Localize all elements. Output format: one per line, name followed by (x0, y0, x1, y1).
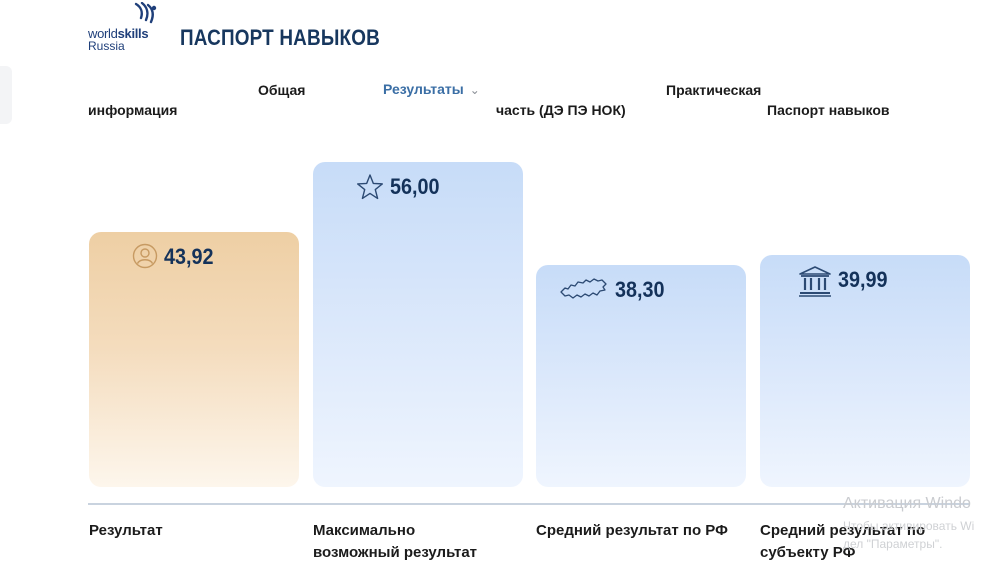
russia-map-icon (559, 276, 609, 307)
results-bar-chart: 43,92 Результат 56,00 Максимально возможный … (0, 0, 1000, 569)
chart-baseline (88, 503, 970, 505)
bar-value-label: 43,92 (164, 244, 214, 270)
category-label: Результат (89, 522, 163, 539)
bar-1 (89, 232, 299, 487)
category-label: Максимально возможный результат (313, 522, 478, 561)
windows-activation-hint: Чтобы активировать Wi (843, 519, 975, 533)
windows-activation-watermark: Активация Windo (843, 495, 971, 512)
bar-value-label: 38,30 (615, 276, 665, 302)
bar-value-label: 39,99 (838, 266, 888, 292)
category-label: Средний результат по РФ (536, 522, 728, 539)
bar-value-label: 56,00 (390, 174, 440, 199)
institution-icon (798, 265, 832, 302)
windows-activation-hint-2: дел "Параметры". (843, 537, 943, 551)
person-icon (132, 243, 158, 274)
star-icon (356, 173, 384, 206)
bar-2 (313, 162, 523, 487)
